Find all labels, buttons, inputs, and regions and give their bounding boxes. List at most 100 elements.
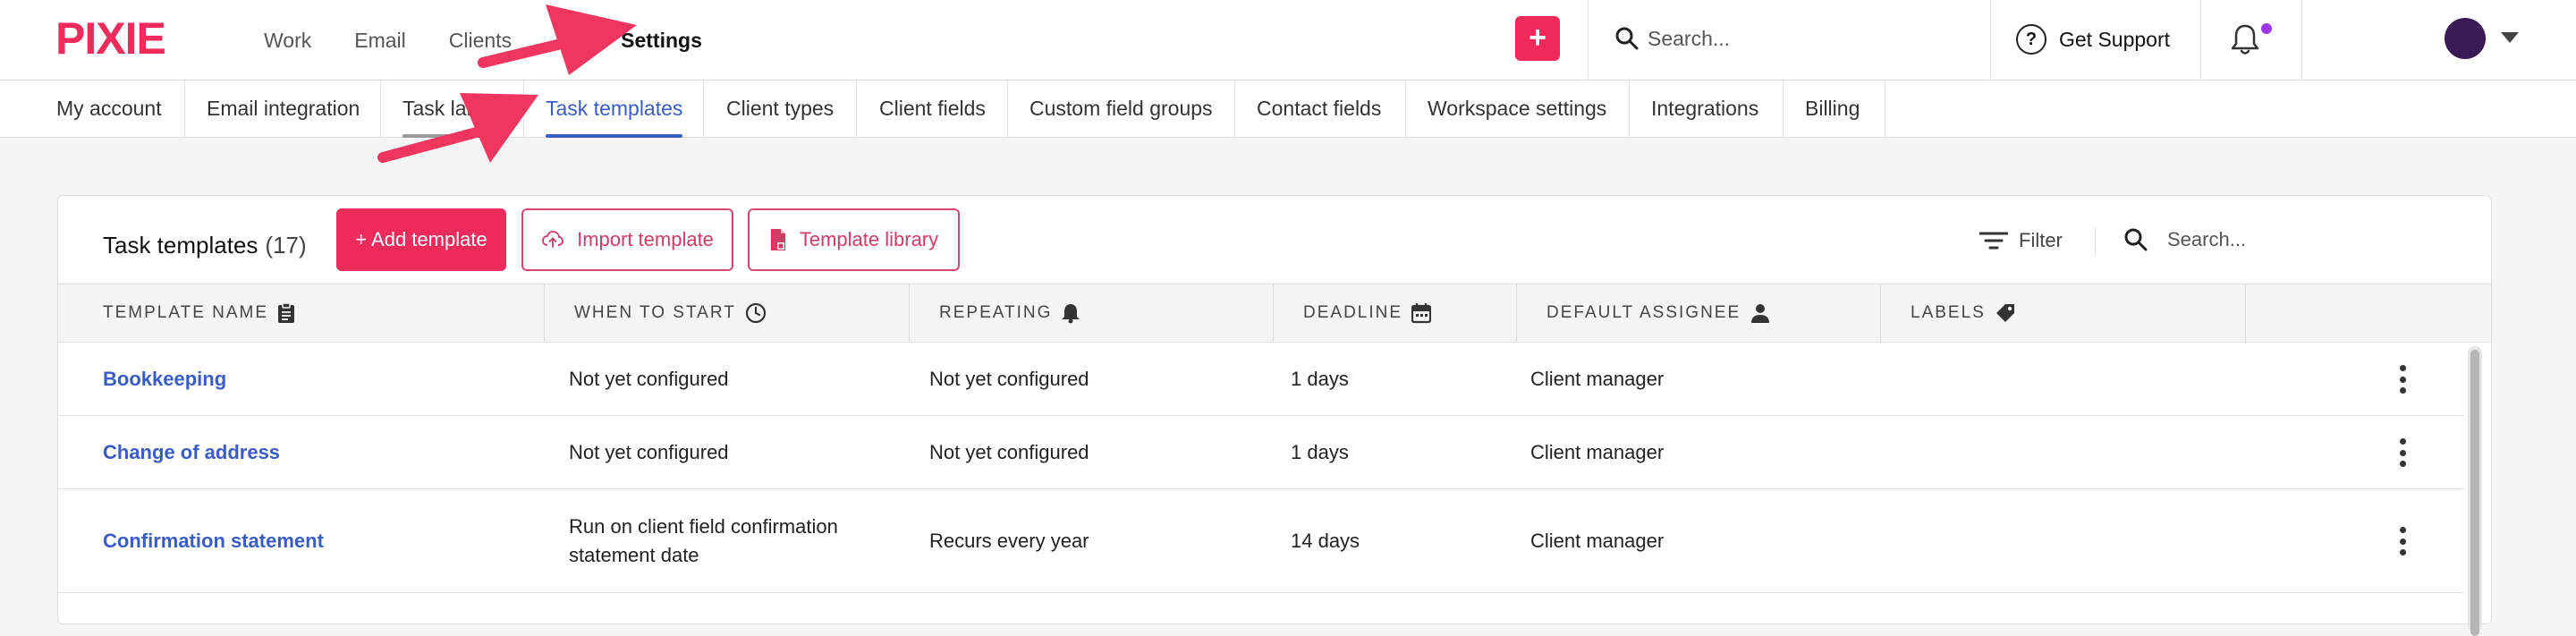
get-support-label: Get Support [2059,27,2171,51]
notification-dot [2259,21,2274,36]
tab-task-templates-label: Task templates [546,97,683,120]
column-divider[interactable] [909,284,910,342]
deadline-cell: 14 days [1291,529,1360,552]
tab-hover-underline [402,134,492,138]
tab-separator [1629,81,1630,138]
add-template-button[interactable]: + Add template [336,208,506,271]
column-deadline[interactable]: DEADLINE [1303,284,1432,342]
tab-separator [1234,81,1235,138]
row-more-icon[interactable] [2400,527,2409,555]
tab-task-templates[interactable]: Task templates [546,81,683,138]
avatar[interactable] [2445,18,2486,59]
column-labels[interactable]: LABELS [1911,284,2016,342]
task-templates-card: Task templates (17) + Add template Impor… [57,195,2492,636]
nav-settings[interactable]: Settings [621,29,702,53]
tab-client-fields[interactable]: Client fields [879,81,986,137]
filter-icon [1979,232,2008,250]
tab-separator [1007,81,1008,138]
tab-task-labels-label: Task labels [402,97,504,120]
template-name-link[interactable]: Confirmation statement [103,489,324,592]
svg-text:PIXIE: PIXIE [55,16,165,61]
column-label: DEFAULT ASSIGNEE [1546,303,1741,322]
tab-client-types[interactable]: Client types [726,81,834,137]
tab-separator [1405,81,1406,138]
template-name-link[interactable]: Bookkeeping [103,343,226,415]
assignee-cell: Client manager [1530,529,1665,552]
column-repeating[interactable]: REPEATING [939,284,1080,342]
column-when-to-start[interactable]: WHEN TO START [574,284,767,342]
tab-separator [703,81,704,138]
search-icon [1615,27,1639,50]
deadline-cell: 1 days [1291,367,1349,390]
import-template-button[interactable]: Import template [521,208,733,271]
tab-separator [184,81,185,138]
column-divider[interactable] [2245,284,2246,342]
page-title: Task templates (17) [103,223,307,267]
when-to-start-cell: Not yet configured [569,367,729,390]
template-search-input[interactable] [2167,221,2462,259]
repeating-cell: Recurs every year [929,529,1089,552]
assignee-cell: Client manager [1530,367,1665,390]
tab-separator [856,81,857,138]
tab-custom-field-groups[interactable]: Custom field groups [1030,81,1213,137]
tab-email-integration[interactable]: Email integration [207,81,360,137]
tab-separator [523,81,524,138]
repeating-cell: Not yet configured [929,367,1089,390]
column-divider[interactable] [1880,284,1881,342]
column-template-name[interactable]: TEMPLATE NAME [103,284,295,342]
filter-label: Filter [2019,229,2063,251]
filter-button[interactable]: Filter [1979,223,2063,259]
pixie-logo[interactable]: PIXIE [55,16,206,61]
card-title-text: Task templates [103,231,258,259]
calendar-icon [1411,303,1432,324]
clipboard-icon [278,302,295,323]
active-tab-underline [546,134,683,138]
person-icon [1751,304,1770,323]
bell-icon[interactable] [2227,21,2263,57]
column-default-assignee[interactable]: DEFAULT ASSIGNEE [1546,284,1771,342]
assignee-cell: Client manager [1530,440,1665,463]
column-divider[interactable] [1516,284,1517,342]
header-divider [2200,0,2201,81]
cloud-upload-icon [542,231,564,248]
when-to-start-cell: Not yet configured [569,440,729,463]
row-more-icon[interactable] [2400,438,2409,467]
settings-tabs: My account Email integration Task labels… [0,81,2576,138]
table-scrollbar-thumb[interactable] [2470,350,2479,636]
table-row[interactable]: Bookkeeping Not yet configured Not yet c… [58,343,2464,416]
template-library-button[interactable]: Template library [748,208,960,271]
tag-icon [1996,304,2014,322]
column-divider[interactable] [1273,284,1274,342]
nav-email[interactable]: Email [354,29,406,53]
table-row[interactable]: Change of address Not yet configured Not… [58,416,2464,489]
template-count: (17) [265,231,307,259]
search-icon [2124,228,2148,251]
nav-work[interactable]: Work [264,29,311,53]
tab-integrations[interactable]: Integrations [1651,81,1758,137]
tab-workspace-settings[interactable]: Workspace settings [1428,81,1606,137]
table-header: TEMPLATE NAME WHEN TO START REPEATING DE… [58,284,2491,343]
tab-contact-fields[interactable]: Contact fields [1257,81,1381,137]
main-nav: Work Email Clients T Settings [264,0,745,81]
nav-tasks-partial[interactable]: T [555,29,567,53]
tab-separator [380,81,381,138]
column-label: WHEN TO START [574,303,736,322]
when-to-start-cell: Run on client field confirmation stateme… [569,514,838,566]
tab-my-account[interactable]: My account [56,81,162,137]
chevron-down-icon[interactable] [2501,32,2519,43]
global-search-input[interactable] [1648,20,1970,57]
template-name-link[interactable]: Change of address [103,416,280,488]
template-library-label: Template library [799,228,939,250]
repeating-cell: Not yet configured [929,440,1089,463]
column-label: TEMPLATE NAME [103,303,269,322]
column-divider[interactable] [544,284,545,342]
deadline-cell: 1 days [1291,440,1349,463]
table-row[interactable]: Confirmation statement Run on client fie… [58,489,2464,593]
tab-task-labels[interactable]: Task labels [402,81,504,138]
header-divider [1990,0,1991,81]
nav-clients[interactable]: Clients [449,29,512,53]
quick-add-button[interactable]: + [1515,16,1560,61]
get-support-button[interactable]: ? Get Support [2016,20,2170,59]
row-more-icon[interactable] [2400,365,2409,394]
tab-billing[interactable]: Billing [1805,81,1860,137]
